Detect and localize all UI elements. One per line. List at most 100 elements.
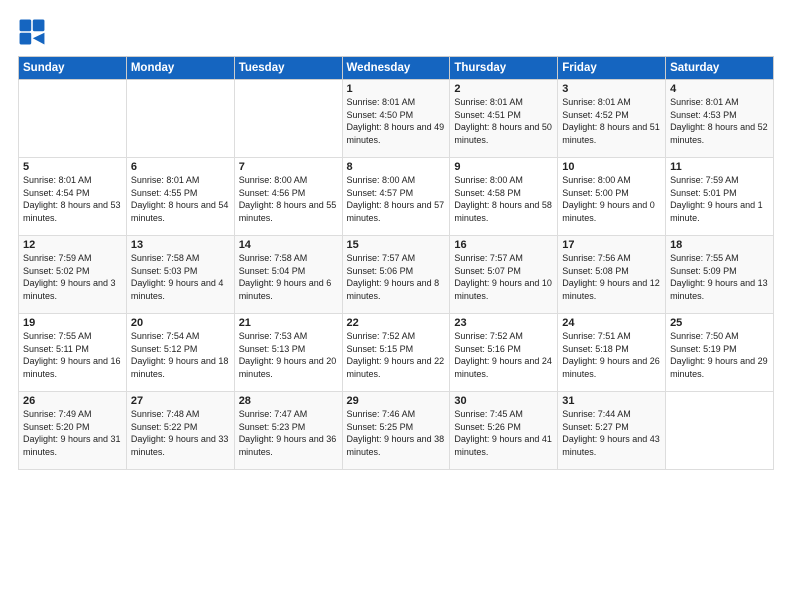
- calendar-cell: 22 Sunrise: 7:52 AMSunset: 5:15 PMDaylig…: [342, 314, 450, 392]
- cell-content: Sunrise: 7:49 AMSunset: 5:20 PMDaylight:…: [23, 408, 122, 458]
- cell-content: Sunrise: 8:01 AMSunset: 4:54 PMDaylight:…: [23, 174, 122, 224]
- calendar-cell: 31 Sunrise: 7:44 AMSunset: 5:27 PMDaylig…: [558, 392, 666, 470]
- day-number: 27: [131, 395, 230, 407]
- day-number: 21: [239, 317, 338, 329]
- calendar-cell: 30 Sunrise: 7:45 AMSunset: 5:26 PMDaylig…: [450, 392, 558, 470]
- cell-content: Sunrise: 7:44 AMSunset: 5:27 PMDaylight:…: [562, 408, 661, 458]
- day-number: 31: [562, 395, 661, 407]
- calendar-cell: 6 Sunrise: 8:01 AMSunset: 4:55 PMDayligh…: [126, 158, 234, 236]
- page: SundayMondayTuesdayWednesdayThursdayFrid…: [0, 0, 792, 480]
- calendar-cell: 25 Sunrise: 7:50 AMSunset: 5:19 PMDaylig…: [666, 314, 774, 392]
- calendar-cell: 15 Sunrise: 7:57 AMSunset: 5:06 PMDaylig…: [342, 236, 450, 314]
- calendar-table: SundayMondayTuesdayWednesdayThursdayFrid…: [18, 56, 774, 470]
- calendar-cell: 19 Sunrise: 7:55 AMSunset: 5:11 PMDaylig…: [19, 314, 127, 392]
- day-number: 5: [23, 161, 122, 173]
- header-monday: Monday: [126, 57, 234, 80]
- cell-content: Sunrise: 7:55 AMSunset: 5:11 PMDaylight:…: [23, 330, 122, 380]
- logo: [18, 18, 50, 46]
- day-number: 7: [239, 161, 338, 173]
- day-number: 17: [562, 239, 661, 251]
- day-number: 12: [23, 239, 122, 251]
- cell-content: Sunrise: 8:01 AMSunset: 4:51 PMDaylight:…: [454, 96, 553, 146]
- cell-content: Sunrise: 7:48 AMSunset: 5:22 PMDaylight:…: [131, 408, 230, 458]
- cell-content: Sunrise: 8:00 AMSunset: 4:57 PMDaylight:…: [347, 174, 446, 224]
- cell-content: Sunrise: 7:45 AMSunset: 5:26 PMDaylight:…: [454, 408, 553, 458]
- cell-content: Sunrise: 8:00 AMSunset: 4:58 PMDaylight:…: [454, 174, 553, 224]
- calendar-cell: [666, 392, 774, 470]
- calendar-cell: 27 Sunrise: 7:48 AMSunset: 5:22 PMDaylig…: [126, 392, 234, 470]
- day-number: 8: [347, 161, 446, 173]
- calendar-week-2: 12 Sunrise: 7:59 AMSunset: 5:02 PMDaylig…: [19, 236, 774, 314]
- calendar-cell: 10 Sunrise: 8:00 AMSunset: 5:00 PMDaylig…: [558, 158, 666, 236]
- day-number: 15: [347, 239, 446, 251]
- day-number: 26: [23, 395, 122, 407]
- day-number: 20: [131, 317, 230, 329]
- calendar-week-3: 19 Sunrise: 7:55 AMSunset: 5:11 PMDaylig…: [19, 314, 774, 392]
- header: [18, 18, 774, 46]
- day-number: 22: [347, 317, 446, 329]
- cell-content: Sunrise: 7:57 AMSunset: 5:07 PMDaylight:…: [454, 252, 553, 302]
- calendar-week-1: 5 Sunrise: 8:01 AMSunset: 4:54 PMDayligh…: [19, 158, 774, 236]
- calendar-cell: 13 Sunrise: 7:58 AMSunset: 5:03 PMDaylig…: [126, 236, 234, 314]
- day-number: 11: [670, 161, 769, 173]
- day-number: 9: [454, 161, 553, 173]
- calendar-header-row: SundayMondayTuesdayWednesdayThursdayFrid…: [19, 57, 774, 80]
- header-sunday: Sunday: [19, 57, 127, 80]
- calendar-cell: 14 Sunrise: 7:58 AMSunset: 5:04 PMDaylig…: [234, 236, 342, 314]
- calendar-cell: 7 Sunrise: 8:00 AMSunset: 4:56 PMDayligh…: [234, 158, 342, 236]
- cell-content: Sunrise: 7:57 AMSunset: 5:06 PMDaylight:…: [347, 252, 446, 302]
- calendar-cell: [126, 80, 234, 158]
- header-wednesday: Wednesday: [342, 57, 450, 80]
- calendar-cell: 11 Sunrise: 7:59 AMSunset: 5:01 PMDaylig…: [666, 158, 774, 236]
- header-friday: Friday: [558, 57, 666, 80]
- day-number: 19: [23, 317, 122, 329]
- cell-content: Sunrise: 8:01 AMSunset: 4:55 PMDaylight:…: [131, 174, 230, 224]
- day-number: 4: [670, 83, 769, 95]
- calendar-cell: 8 Sunrise: 8:00 AMSunset: 4:57 PMDayligh…: [342, 158, 450, 236]
- calendar-cell: 26 Sunrise: 7:49 AMSunset: 5:20 PMDaylig…: [19, 392, 127, 470]
- cell-content: Sunrise: 8:00 AMSunset: 4:56 PMDaylight:…: [239, 174, 338, 224]
- day-number: 25: [670, 317, 769, 329]
- calendar-cell: 23 Sunrise: 7:52 AMSunset: 5:16 PMDaylig…: [450, 314, 558, 392]
- cell-content: Sunrise: 7:51 AMSunset: 5:18 PMDaylight:…: [562, 330, 661, 380]
- day-number: 23: [454, 317, 553, 329]
- day-number: 13: [131, 239, 230, 251]
- day-number: 16: [454, 239, 553, 251]
- cell-content: Sunrise: 7:59 AMSunset: 5:02 PMDaylight:…: [23, 252, 122, 302]
- cell-content: Sunrise: 7:52 AMSunset: 5:15 PMDaylight:…: [347, 330, 446, 380]
- header-tuesday: Tuesday: [234, 57, 342, 80]
- calendar-cell: 29 Sunrise: 7:46 AMSunset: 5:25 PMDaylig…: [342, 392, 450, 470]
- logo-icon: [18, 18, 46, 46]
- day-number: 10: [562, 161, 661, 173]
- calendar-cell: 9 Sunrise: 8:00 AMSunset: 4:58 PMDayligh…: [450, 158, 558, 236]
- calendar-cell: 5 Sunrise: 8:01 AMSunset: 4:54 PMDayligh…: [19, 158, 127, 236]
- calendar-cell: 18 Sunrise: 7:55 AMSunset: 5:09 PMDaylig…: [666, 236, 774, 314]
- cell-content: Sunrise: 7:52 AMSunset: 5:16 PMDaylight:…: [454, 330, 553, 380]
- cell-content: Sunrise: 7:46 AMSunset: 5:25 PMDaylight:…: [347, 408, 446, 458]
- cell-content: Sunrise: 7:54 AMSunset: 5:12 PMDaylight:…: [131, 330, 230, 380]
- calendar-cell: 17 Sunrise: 7:56 AMSunset: 5:08 PMDaylig…: [558, 236, 666, 314]
- cell-content: Sunrise: 7:47 AMSunset: 5:23 PMDaylight:…: [239, 408, 338, 458]
- calendar-week-0: 1 Sunrise: 8:01 AMSunset: 4:50 PMDayligh…: [19, 80, 774, 158]
- day-number: 18: [670, 239, 769, 251]
- cell-content: Sunrise: 7:58 AMSunset: 5:03 PMDaylight:…: [131, 252, 230, 302]
- day-number: 2: [454, 83, 553, 95]
- calendar-cell: 3 Sunrise: 8:01 AMSunset: 4:52 PMDayligh…: [558, 80, 666, 158]
- calendar-cell: 24 Sunrise: 7:51 AMSunset: 5:18 PMDaylig…: [558, 314, 666, 392]
- day-number: 1: [347, 83, 446, 95]
- header-saturday: Saturday: [666, 57, 774, 80]
- calendar-cell: 2 Sunrise: 8:01 AMSunset: 4:51 PMDayligh…: [450, 80, 558, 158]
- calendar-cell: [234, 80, 342, 158]
- cell-content: Sunrise: 8:01 AMSunset: 4:53 PMDaylight:…: [670, 96, 769, 146]
- day-number: 3: [562, 83, 661, 95]
- cell-content: Sunrise: 7:55 AMSunset: 5:09 PMDaylight:…: [670, 252, 769, 302]
- calendar-week-4: 26 Sunrise: 7:49 AMSunset: 5:20 PMDaylig…: [19, 392, 774, 470]
- cell-content: Sunrise: 7:56 AMSunset: 5:08 PMDaylight:…: [562, 252, 661, 302]
- day-number: 14: [239, 239, 338, 251]
- calendar-cell: 21 Sunrise: 7:53 AMSunset: 5:13 PMDaylig…: [234, 314, 342, 392]
- calendar-cell: 28 Sunrise: 7:47 AMSunset: 5:23 PMDaylig…: [234, 392, 342, 470]
- header-thursday: Thursday: [450, 57, 558, 80]
- calendar-cell: 1 Sunrise: 8:01 AMSunset: 4:50 PMDayligh…: [342, 80, 450, 158]
- day-number: 28: [239, 395, 338, 407]
- calendar-cell: 20 Sunrise: 7:54 AMSunset: 5:12 PMDaylig…: [126, 314, 234, 392]
